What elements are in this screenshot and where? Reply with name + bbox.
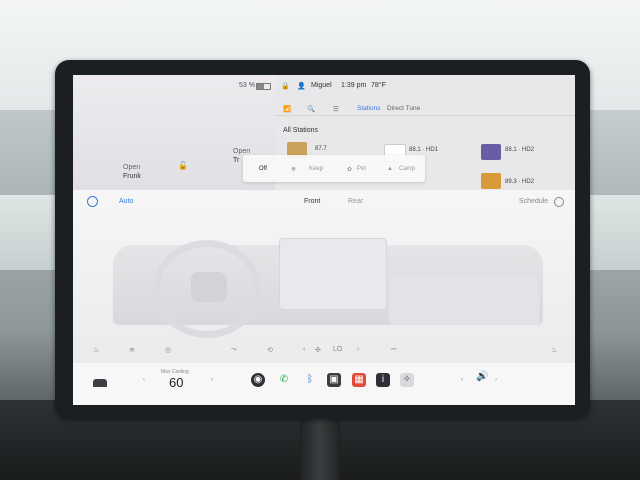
front-defrost-icon[interactable]: ⎓ bbox=[391, 346, 397, 354]
paw-icon: ✿ bbox=[347, 167, 353, 173]
center-display-illustration bbox=[279, 238, 387, 310]
climate-panel: Auto Front Rear Schedule ♨ ≋ ◎ ⤳ ⟲ ‹ ✣ L… bbox=[73, 190, 575, 363]
outside-temp: 78°F bbox=[371, 82, 386, 89]
left-window bbox=[0, 195, 62, 270]
open-frunk-label: Open bbox=[123, 164, 141, 171]
steering-heater-icon[interactable]: ◎ bbox=[165, 346, 171, 354]
battery-percent: 53 % bbox=[239, 82, 255, 89]
user-name[interactable]: Miguel bbox=[311, 82, 332, 89]
info-app-icon[interactable]: i bbox=[376, 373, 390, 387]
tab-direct-tune[interactable]: Direct Tune bbox=[387, 105, 420, 112]
phone-icon[interactable]: ✆ bbox=[277, 373, 291, 387]
climate-mode-keep[interactable]: Keep bbox=[309, 166, 323, 172]
station-item[interactable]: 88.1 · HD2 bbox=[505, 147, 534, 153]
climate-keeper-popup: Off ❋ Keep ✿ Pet ▲ Camp bbox=[243, 155, 425, 182]
station-item[interactable]: 89.3 · HD2 bbox=[505, 179, 534, 185]
clock-time: 1:39 pm bbox=[341, 82, 367, 89]
fan-speed-icon: ✣ bbox=[315, 347, 321, 354]
climate-mode-pet[interactable]: Pet bbox=[357, 166, 366, 172]
media-tab-bar: 📶 🔍 ☰ Stations Direct Tune bbox=[275, 97, 575, 116]
list-icon[interactable]: ☰ bbox=[333, 105, 339, 113]
radio-source-icon[interactable]: 📶 bbox=[283, 105, 291, 113]
open-frunk-button[interactable]: Open Frunk bbox=[123, 163, 141, 181]
volume-down-icon[interactable]: ‹ bbox=[461, 377, 463, 383]
volume-icon[interactable]: 🔊 bbox=[476, 371, 488, 382]
rear-defrost-icon[interactable]: ≋ bbox=[129, 346, 135, 354]
bottom-dock: ‹ Max Cooling 60 › ◉ ✆ ᛒ ▣ ▦ i ✧ ‹ 🔊 › bbox=[73, 363, 575, 405]
tent-icon: ▲ bbox=[387, 166, 393, 172]
station-item[interactable]: 88.1 · HD1 bbox=[409, 147, 438, 153]
temp-down-icon[interactable]: ‹ bbox=[143, 377, 145, 383]
status-bar: 🔒 👤 Miguel 1:39 pm 78°F bbox=[275, 75, 575, 93]
front-tab[interactable]: Front bbox=[304, 198, 320, 205]
driver-temp-value[interactable]: 60 bbox=[169, 375, 183, 390]
car-icon[interactable] bbox=[93, 379, 107, 387]
app-launcher-icon[interactable]: ▦ bbox=[352, 373, 366, 387]
rear-tab[interactable]: Rear bbox=[348, 198, 363, 205]
battery-icon bbox=[256, 83, 271, 90]
auto-button[interactable]: Auto bbox=[119, 198, 133, 205]
screen-mount bbox=[300, 410, 340, 480]
temp-up-icon[interactable]: › bbox=[211, 377, 213, 383]
volume-up-icon[interactable]: › bbox=[495, 377, 497, 383]
seat-heater-right-icon[interactable]: ♨ bbox=[551, 346, 557, 354]
steering-hub-illustration bbox=[191, 272, 227, 302]
all-stations-heading: All Stations bbox=[283, 127, 319, 134]
toybox-icon[interactable]: ✧ bbox=[400, 373, 414, 387]
fan-icon: ❋ bbox=[291, 167, 297, 173]
right-window bbox=[590, 195, 640, 270]
climate-mode-camp[interactable]: Camp bbox=[399, 166, 415, 172]
tab-stations[interactable]: Stations bbox=[357, 105, 381, 112]
bluetooth-icon[interactable]: ᛒ bbox=[303, 373, 317, 387]
climate-controls-bar: ♨ ≋ ◎ ⤳ ⟲ ‹ ✣ LO › ⎓ ♨ bbox=[73, 340, 575, 363]
profile-icon[interactable]: 👤 bbox=[297, 82, 306, 90]
recirculate-icon[interactable]: ⟲ bbox=[267, 346, 273, 354]
lock-icon[interactable]: 🔓 bbox=[178, 161, 188, 170]
chevron-left-icon[interactable]: ‹ bbox=[303, 346, 305, 353]
station-logo-icon bbox=[481, 144, 501, 160]
clock-icon[interactable] bbox=[554, 197, 564, 207]
lock-status-icon: 🔒 bbox=[281, 83, 290, 90]
frunk-label: Frunk bbox=[123, 173, 141, 180]
touchscreen: 53 % Open Frunk 🔓 Open Tr 🔒 👤 Miguel 1:3… bbox=[73, 75, 575, 405]
search-icon[interactable]: 🔍 bbox=[307, 105, 315, 113]
power-icon[interactable] bbox=[87, 196, 98, 207]
station-item[interactable]: 87.7 bbox=[315, 146, 327, 152]
fan-speed-value: LO bbox=[333, 346, 343, 353]
station-logo-icon bbox=[481, 173, 501, 189]
glovebox-illustration bbox=[389, 275, 539, 325]
schedule-button[interactable]: Schedule bbox=[519, 198, 548, 205]
climate-mode-off[interactable]: Off bbox=[259, 166, 267, 172]
airflow-icon[interactable]: ⤳ bbox=[231, 346, 237, 354]
chevron-right-icon[interactable]: › bbox=[357, 346, 359, 353]
dashcam-icon[interactable]: ▣ bbox=[327, 373, 341, 387]
camera-app-icon[interactable]: ◉ bbox=[251, 373, 265, 387]
seat-heater-left-icon[interactable]: ♨ bbox=[93, 346, 99, 354]
